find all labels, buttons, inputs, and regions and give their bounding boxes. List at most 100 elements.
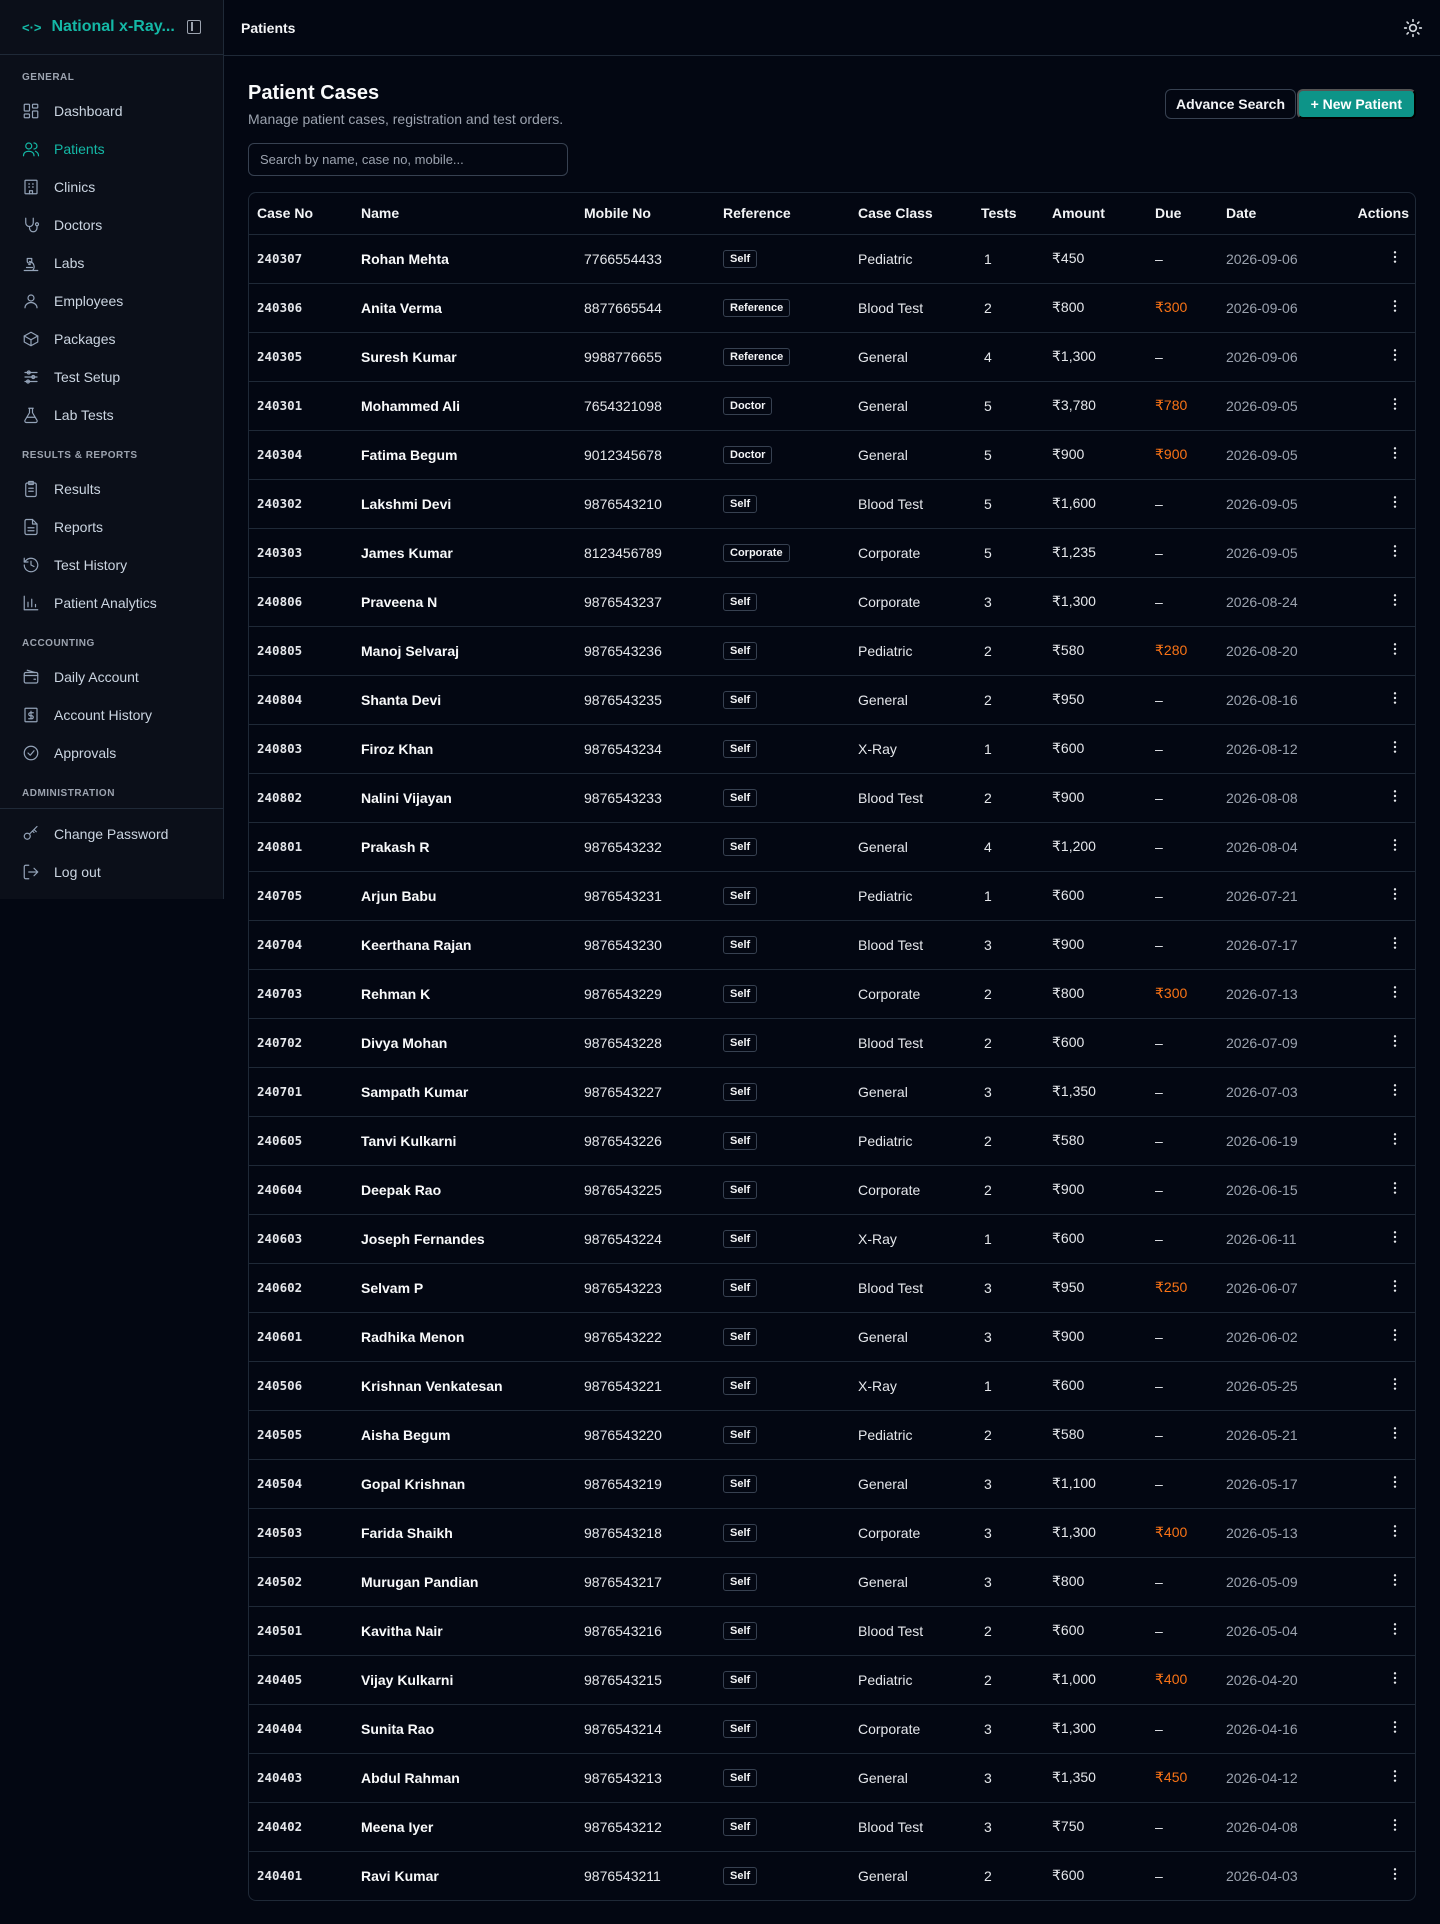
more-vertical-icon[interactable] <box>1387 1817 1403 1833</box>
table-row[interactable]: 240602 Selvam P 9876543223 Self Blood Test 3 ₹… <box>249 1263 1415 1313</box>
table-row[interactable]: 240806 Praveena N 9876543237 Self Corporate 3… <box>249 577 1415 627</box>
table-row[interactable]: 240502 Murugan Pandian 9876543217 Self Gener… <box>249 1557 1415 1607</box>
case-no[interactable]: 240806 <box>249 577 353 627</box>
table-row[interactable]: 240506 Krishnan Venkatesan 9876543221 Self X… <box>249 1361 1415 1411</box>
sidebar-item-lab-tests[interactable]: Lab Tests <box>0 396 223 434</box>
case-no[interactable]: 240401 <box>249 1851 353 1900</box>
case-no[interactable]: 240505 <box>249 1410 353 1460</box>
sidebar-item-dashboard[interactable]: Dashboard <box>0 92 223 130</box>
table-row[interactable]: 240603 Joseph Fernandes 9876543224 Self X-Ra… <box>249 1214 1415 1264</box>
table-row[interactable]: 240302 Lakshmi Devi 9876543210 Self Blood Te… <box>249 479 1415 529</box>
more-vertical-icon[interactable] <box>1387 592 1403 608</box>
more-vertical-icon[interactable] <box>1387 1033 1403 1049</box>
more-vertical-icon[interactable] <box>1387 1425 1403 1441</box>
case-no[interactable]: 240702 <box>249 1018 353 1068</box>
table-row[interactable]: 240705 Arjun Babu 9876543231 Self Pediatric 1… <box>249 871 1415 921</box>
app-title[interactable]: National x-Ray... <box>51 18 179 36</box>
case-no[interactable]: 240502 <box>249 1557 353 1607</box>
more-vertical-icon[interactable] <box>1387 543 1403 559</box>
more-vertical-icon[interactable] <box>1387 641 1403 657</box>
sidebar-item-patient-analytics[interactable]: Patient Analytics <box>0 584 223 622</box>
sidebar-item-reports[interactable]: Reports <box>0 508 223 546</box>
more-vertical-icon[interactable] <box>1387 935 1403 951</box>
case-no[interactable]: 240602 <box>249 1263 353 1313</box>
sidebar-item-daily-account[interactable]: Daily Account <box>0 658 223 696</box>
sidebar-item-doctors[interactable]: Doctors <box>0 206 223 244</box>
sidebar-item-test-history[interactable]: Test History <box>0 546 223 584</box>
case-no[interactable]: 240801 <box>249 822 353 872</box>
table-row[interactable]: 240304 Fatima Begum 9012345678 Doctor Genera… <box>249 430 1415 480</box>
table-row[interactable]: 240601 Radhika Menon 9876543222 Self General… <box>249 1312 1415 1362</box>
more-vertical-icon[interactable] <box>1387 347 1403 363</box>
case-no[interactable]: 240804 <box>249 675 353 725</box>
advance-search-button[interactable]: Advance Search <box>1165 89 1296 119</box>
table-row[interactable]: 240805 Manoj Selvaraj 9876543236 Self Pediat… <box>249 626 1415 676</box>
table-row[interactable]: 240505 Aisha Begum 9876543220 Self Pediatric… <box>249 1410 1415 1460</box>
table-row[interactable]: 240401 Ravi Kumar 9876543211 Self General 2 ₹6… <box>249 1851 1415 1900</box>
case-no[interactable]: 240503 <box>249 1508 353 1558</box>
case-no[interactable]: 240303 <box>249 528 353 578</box>
sidebar-item-test-setup[interactable]: Test Setup <box>0 358 223 396</box>
sidebar-item-labs[interactable]: Labs <box>0 244 223 282</box>
table-row[interactable]: 240504 Gopal Krishnan 9876543219 Self Genera… <box>249 1459 1415 1509</box>
sidebar-item-packages[interactable]: Packages <box>0 320 223 358</box>
table-row[interactable]: 240501 Kavitha Nair 9876543216 Self Blood Te… <box>249 1606 1415 1656</box>
table-row[interactable]: 240605 Tanvi Kulkarni 9876543226 Self Pediat… <box>249 1116 1415 1166</box>
more-vertical-icon[interactable] <box>1387 249 1403 265</box>
case-no[interactable]: 240405 <box>249 1655 353 1705</box>
table-row[interactable]: 240403 Abdul Rahman 9876543213 Self General 3… <box>249 1753 1415 1803</box>
table-row[interactable]: 240704 Keerthana Rajan 9876543230 Self Blood… <box>249 920 1415 970</box>
case-no[interactable]: 240301 <box>249 381 353 431</box>
case-no[interactable]: 240704 <box>249 920 353 970</box>
more-vertical-icon[interactable] <box>1387 1572 1403 1588</box>
case-no[interactable]: 240603 <box>249 1214 353 1264</box>
more-vertical-icon[interactable] <box>1387 1229 1403 1245</box>
more-vertical-icon[interactable] <box>1387 1621 1403 1637</box>
table-row[interactable]: 240305 Suresh Kumar 9988776655 Reference Gen… <box>249 332 1415 382</box>
table-row[interactable]: 240801 Prakash R 9876543232 Self General 4 ₹1,… <box>249 822 1415 872</box>
table-row[interactable]: 240803 Firoz Khan 9876543234 Self X-Ray 1 ₹600… <box>249 724 1415 774</box>
sidebar-item-patients[interactable]: Patients <box>0 130 223 168</box>
case-no[interactable]: 240304 <box>249 430 353 480</box>
sidebar-item-approvals[interactable]: Approvals <box>0 734 223 772</box>
case-no[interactable]: 240802 <box>249 773 353 823</box>
more-vertical-icon[interactable] <box>1387 298 1403 314</box>
table-row[interactable]: 240701 Sampath Kumar 9876543227 Self General… <box>249 1067 1415 1117</box>
case-no[interactable]: 240604 <box>249 1165 353 1215</box>
collapse-sidebar-icon[interactable] <box>187 20 202 34</box>
case-no[interactable]: 240605 <box>249 1116 353 1166</box>
case-no[interactable]: 240701 <box>249 1067 353 1117</box>
sidebar-item-change-password[interactable]: Change Password <box>0 815 223 853</box>
table-row[interactable]: 240503 Farida Shaikh 9876543218 Self Corpora… <box>249 1508 1415 1558</box>
case-no[interactable]: 240805 <box>249 626 353 676</box>
more-vertical-icon[interactable] <box>1387 739 1403 755</box>
table-row[interactable]: 240303 James Kumar 8123456789 Corporate Corp… <box>249 528 1415 578</box>
table-row[interactable]: 240804 Shanta Devi 9876543235 Self General 2 ₹… <box>249 675 1415 725</box>
case-no[interactable]: 240501 <box>249 1606 353 1656</box>
table-row[interactable]: 240301 Mohammed Ali 7654321098 Doctor Genera… <box>249 381 1415 431</box>
table-row[interactable]: 240405 Vijay Kulkarni 9876543215 Self Pediat… <box>249 1655 1415 1705</box>
case-no[interactable]: 240705 <box>249 871 353 921</box>
sidebar-item-results[interactable]: Results <box>0 470 223 508</box>
case-no[interactable]: 240703 <box>249 969 353 1019</box>
case-no[interactable]: 240601 <box>249 1312 353 1362</box>
table-row[interactable]: 240402 Meena Iyer 9876543212 Self Blood Test… <box>249 1802 1415 1852</box>
table-row[interactable]: 240307 Rohan Mehta 7766554433 Self Pediatric… <box>249 234 1415 284</box>
case-no[interactable]: 240403 <box>249 1753 353 1803</box>
table-row[interactable]: 240703 Rehman K 9876543229 Self Corporate 2 ₹8… <box>249 969 1415 1019</box>
table-row[interactable]: 240306 Anita Verma 8877665544 Reference Bloo… <box>249 283 1415 333</box>
more-vertical-icon[interactable] <box>1387 396 1403 412</box>
more-vertical-icon[interactable] <box>1387 1768 1403 1784</box>
more-vertical-icon[interactable] <box>1387 1327 1403 1343</box>
more-vertical-icon[interactable] <box>1387 1719 1403 1735</box>
more-vertical-icon[interactable] <box>1387 690 1403 706</box>
more-vertical-icon[interactable] <box>1387 1376 1403 1392</box>
more-vertical-icon[interactable] <box>1387 1670 1403 1686</box>
search-input[interactable] <box>248 143 568 176</box>
more-vertical-icon[interactable] <box>1387 788 1403 804</box>
sidebar-item-account-history[interactable]: Account History <box>0 696 223 734</box>
more-vertical-icon[interactable] <box>1387 1180 1403 1196</box>
case-no[interactable]: 240305 <box>249 332 353 382</box>
theme-toggle-icon[interactable] <box>1403 18 1423 38</box>
case-no[interactable]: 240803 <box>249 724 353 774</box>
